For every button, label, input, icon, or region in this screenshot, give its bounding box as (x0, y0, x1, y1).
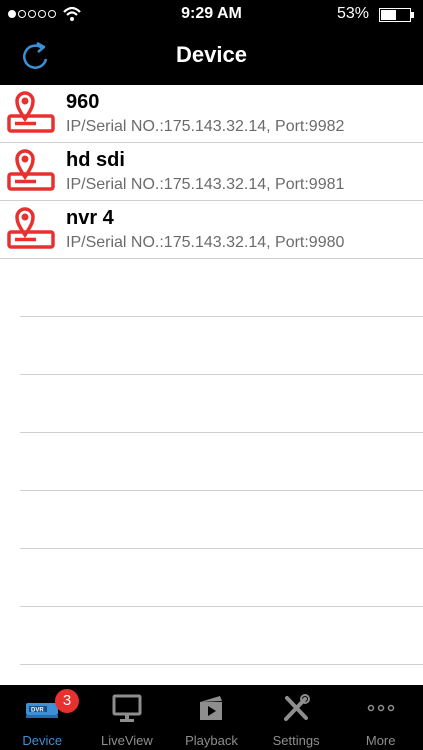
list-separator (20, 375, 423, 433)
list-separator (20, 607, 423, 665)
list-separator (20, 317, 423, 375)
status-bar: 9:29 AM 53% (0, 0, 423, 30)
playback-icon (200, 696, 223, 720)
list-separator (20, 433, 423, 491)
list-separator (20, 491, 423, 549)
settings-icon (284, 694, 311, 721)
battery-icon (379, 8, 414, 22)
device-location-icon (7, 207, 55, 249)
tab-label: LiveView (100, 733, 153, 748)
list-separator (20, 549, 423, 607)
list-separator (20, 259, 423, 317)
navigation-bar: Device (0, 30, 423, 85)
tab-liveview[interactable]: LiveView (85, 685, 170, 750)
list-item[interactable]: hd sdi IP/Serial NO.:175.143.32.14, Port… (0, 143, 423, 201)
list-item[interactable]: 960 IP/Serial NO.:175.143.32.14, Port:99… (0, 85, 423, 143)
monitor-icon (112, 694, 142, 722)
device-name: hd sdi (66, 149, 125, 171)
device-address: IP/Serial NO.:175.143.32.14, Port:9981 (66, 176, 345, 193)
tab-device[interactable]: DVR 3 Device (0, 685, 85, 750)
device-address: IP/Serial NO.:175.143.32.14, Port:9982 (66, 118, 345, 135)
empty-list-area (0, 259, 423, 665)
device-location-icon (7, 91, 55, 133)
tab-label: Settings (272, 733, 320, 748)
device-list: 960 IP/Serial NO.:175.143.32.14, Port:99… (0, 85, 423, 259)
tab-bar: DVR 3 Device LiveView Playback Settings (0, 685, 423, 750)
tab-label: Playback (185, 733, 238, 748)
device-name: nvr 4 (66, 207, 114, 229)
battery-percent: 53% (336, 5, 369, 22)
more-icon (367, 704, 394, 712)
page-title: Device (176, 42, 247, 67)
tab-more[interactable]: More (338, 685, 423, 750)
svg-text:DVR: DVR (31, 708, 44, 714)
tab-label: More (365, 733, 396, 748)
tab-playback[interactable]: Playback (169, 685, 254, 750)
device-name: 960 (66, 91, 100, 113)
tab-label: Device (22, 733, 63, 748)
notification-badge: 3 (55, 689, 79, 713)
device-location-icon (7, 149, 55, 191)
device-address: IP/Serial NO.:175.143.32.14, Port:9980 (66, 234, 345, 251)
list-item[interactable]: nvr 4 IP/Serial NO.:175.143.32.14, Port:… (0, 201, 423, 259)
tab-settings[interactable]: Settings (254, 685, 339, 750)
